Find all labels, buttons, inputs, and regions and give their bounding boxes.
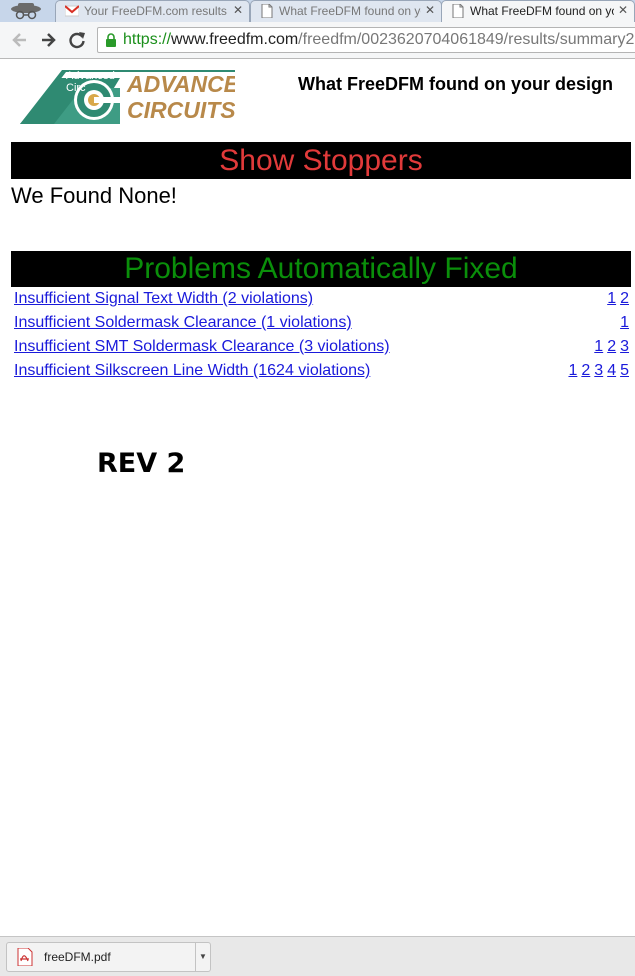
tab-title: Your FreeDFM.com results xyxy=(84,4,227,18)
close-tab-icon[interactable]: ✕ xyxy=(618,3,628,17)
tab-gmail[interactable]: Your FreeDFM.com results ✕ xyxy=(55,0,250,22)
page-link[interactable]: 1 xyxy=(607,290,616,307)
problem-row: Insufficient Signal Text Width (2 violat… xyxy=(14,290,629,314)
download-file-name: freeDFM.pdf xyxy=(44,950,111,964)
problem-link[interactable]: Insufficient Signal Text Width (2 violat… xyxy=(14,290,313,308)
problem-row: Insufficient SMT Soldermask Clearance (3… xyxy=(14,338,629,362)
page-link[interactable]: 2 xyxy=(607,338,616,355)
problems-list: Insufficient Signal Text Width (2 violat… xyxy=(14,290,629,386)
tab-title: What FreeDFM found on your design xyxy=(470,4,614,18)
address-bar[interactable]: https://www.freedfm.com/freedfm/00236207… xyxy=(97,27,635,53)
tab-results-1[interactable]: What FreeDFM found on your design ✕ xyxy=(250,0,442,22)
page-link[interactable]: 2 xyxy=(581,362,590,379)
pdf-file-icon xyxy=(17,948,33,966)
page-link[interactable]: 4 xyxy=(607,362,616,379)
revision-annotation: REV 2 xyxy=(97,448,186,479)
browser-toolbar: https://www.freedfm.com/freedfm/00236207… xyxy=(0,22,635,59)
page-links: 12 xyxy=(603,290,629,308)
download-item[interactable]: freeDFM.pdf ▼ xyxy=(6,942,211,972)
page-links: 1 xyxy=(616,314,629,332)
page-link[interactable]: 3 xyxy=(594,362,603,379)
problems-fixed-heading: Problems Automatically Fixed xyxy=(11,251,631,287)
forward-icon[interactable] xyxy=(38,30,58,50)
lock-icon xyxy=(106,33,116,47)
problem-link[interactable]: Insufficient Silkscreen Line Width (1624… xyxy=(14,362,370,380)
download-shelf: freeDFM.pdf ▼ xyxy=(0,936,635,976)
tab-title: What FreeDFM found on your design xyxy=(279,4,421,18)
advanced-circuits-logo: Advanced Circ ADVANCED CIRCUITS xyxy=(20,70,235,124)
url-text: https://www.freedfm.com/freedfm/00236207… xyxy=(123,31,635,48)
close-tab-icon[interactable]: ✕ xyxy=(233,3,243,17)
back-icon[interactable] xyxy=(10,30,30,50)
problem-row: Insufficient Silkscreen Line Width (1624… xyxy=(14,362,629,386)
page-link[interactable]: 1 xyxy=(620,314,629,331)
logo-overlay-text: Advanced xyxy=(66,70,115,82)
page-link[interactable]: 2 xyxy=(620,290,629,307)
page-link[interactable]: 5 xyxy=(620,362,629,379)
page-links: 123 xyxy=(590,338,629,356)
gmail-icon xyxy=(65,5,79,17)
tab-results-2[interactable]: What FreeDFM found on your design ✕ xyxy=(441,0,635,22)
page-icon xyxy=(452,4,464,18)
page-link[interactable]: 1 xyxy=(568,362,577,379)
incognito-icon xyxy=(11,3,41,20)
page-link[interactable]: 1 xyxy=(594,338,603,355)
problem-link[interactable]: Insufficient SMT Soldermask Clearance (3… xyxy=(14,338,390,356)
problem-row: Insufficient Soldermask Clearance (1 vio… xyxy=(14,314,629,338)
download-menu-button[interactable]: ▼ xyxy=(195,943,210,971)
logo-overlay-text: Circ xyxy=(66,82,86,94)
problem-link[interactable]: Insufficient Soldermask Clearance (1 vio… xyxy=(14,314,352,332)
show-stoppers-heading: Show Stoppers xyxy=(11,142,631,179)
tab-strip: Your FreeDFM.com results ✕ What FreeDFM … xyxy=(0,0,635,22)
page-links: 12345 xyxy=(564,362,629,380)
page-icon xyxy=(261,4,273,18)
logo-text-advanced: ADVANCED xyxy=(126,71,235,97)
page-link[interactable]: 3 xyxy=(620,338,629,355)
page-title: What FreeDFM found on your design xyxy=(298,74,613,94)
show-stoppers-message: We Found None! xyxy=(11,183,177,208)
logo-text-circuits: CIRCUITS xyxy=(127,97,235,123)
reload-icon[interactable] xyxy=(67,30,87,50)
close-tab-icon[interactable]: ✕ xyxy=(425,3,435,17)
